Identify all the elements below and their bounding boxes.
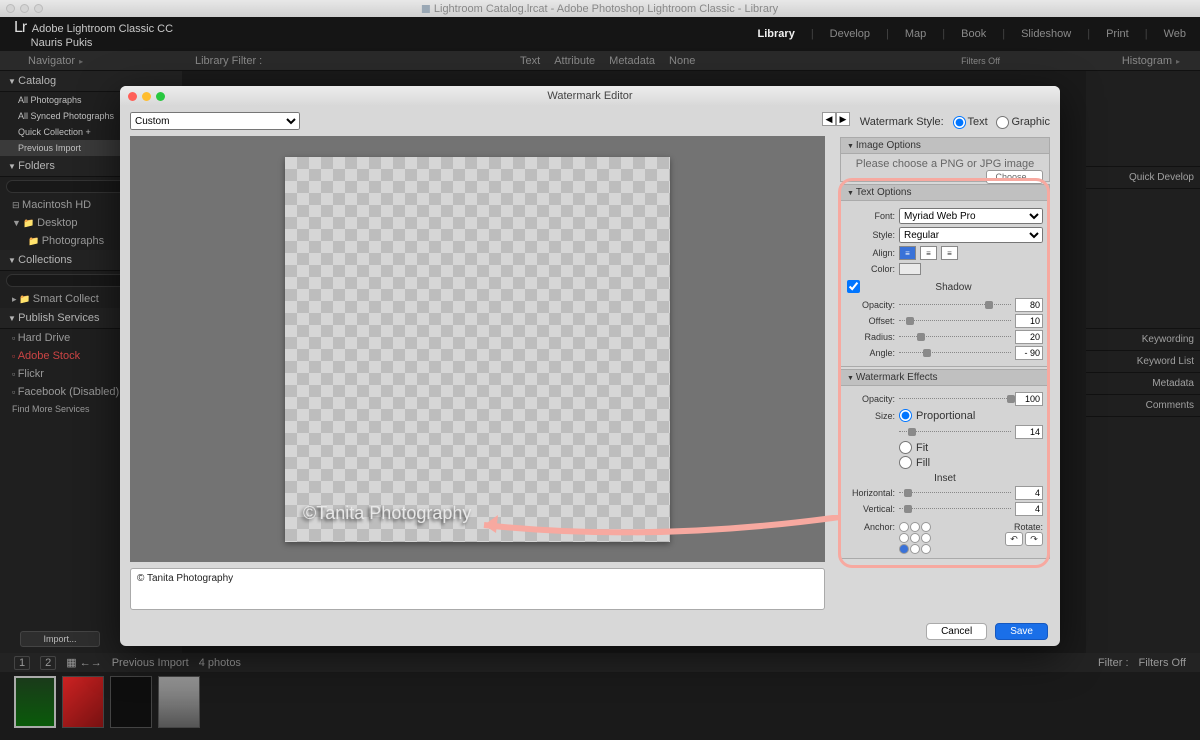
page-2[interactable]: 2: [40, 656, 56, 670]
inset-v-slider[interactable]: [899, 505, 1011, 513]
choose-image-button[interactable]: Choose...: [986, 170, 1043, 184]
size-fit-radio[interactable]: [899, 441, 912, 454]
watermark-preset-select[interactable]: Custom: [130, 112, 300, 130]
size-slider[interactable]: [899, 428, 1011, 436]
thumb-2[interactable]: [62, 676, 104, 728]
thumb-1[interactable]: [14, 676, 56, 728]
navigator-panel-label: Navigator: [0, 55, 83, 67]
align-center-button[interactable]: ≡: [920, 246, 937, 260]
inset-label: Inset: [847, 473, 1043, 484]
inset-v-value[interactable]: [1015, 502, 1043, 516]
align-right-button[interactable]: ≡: [941, 246, 958, 260]
thumb-3[interactable]: [110, 676, 152, 728]
page-1[interactable]: 1: [14, 656, 30, 670]
shadow-opacity-value[interactable]: [1015, 298, 1043, 312]
quick-develop-header[interactable]: Quick Develop: [1086, 167, 1200, 189]
image-options-msg: Please choose a PNG or JPG image: [856, 158, 1035, 170]
filter-attribute[interactable]: Attribute: [554, 55, 595, 67]
shadow-offset-value[interactable]: [1015, 314, 1043, 328]
font-style-select[interactable]: Regular: [899, 227, 1043, 243]
rotate-cw-button[interactable]: ↷: [1025, 532, 1043, 546]
shadow-angle-value[interactable]: [1015, 346, 1043, 360]
filter-label: Filter :: [1098, 657, 1129, 669]
watermark-rendered-text: ©Tanita Photography: [303, 503, 471, 524]
keywording-header[interactable]: Keywording: [1086, 329, 1200, 351]
save-button[interactable]: Save: [995, 623, 1048, 640]
rotate-ccw-button[interactable]: ↶: [1005, 532, 1023, 546]
font-select[interactable]: Myriad Web Pro: [899, 208, 1043, 224]
module-develop[interactable]: Develop: [830, 28, 870, 40]
shadow-angle-slider[interactable]: [899, 349, 1011, 357]
wm-opacity-slider[interactable]: [899, 395, 1011, 403]
size-fill-radio[interactable]: [899, 456, 912, 469]
dialog-title: Watermark Editor: [547, 90, 632, 102]
shadow-radius-value[interactable]: [1015, 330, 1043, 344]
anchor-grid[interactable]: [899, 522, 931, 554]
size-proportional-radio[interactable]: [899, 409, 912, 422]
module-picker: Library| Develop| Map| Book| Slideshow| …: [758, 28, 1186, 40]
shadow-radius-slider[interactable]: [899, 333, 1011, 341]
align-left-button[interactable]: ≡: [899, 246, 916, 260]
size-value[interactable]: [1015, 425, 1043, 439]
wm-opacity-value[interactable]: [1015, 392, 1043, 406]
photo-count: 4 photos: [199, 657, 241, 669]
metadata-header[interactable]: Metadata: [1086, 373, 1200, 395]
next-photo-button[interactable]: ▶: [836, 112, 850, 126]
watermark-effects-header[interactable]: Watermark Effects: [840, 369, 1050, 386]
app-logo: Lr Adobe Lightroom Classic CC Nauris Puk…: [14, 18, 173, 50]
window-title: Lightroom Catalog.lrcat - Adobe Photosho…: [422, 3, 778, 15]
image-options-header[interactable]: Image Options: [840, 137, 1050, 154]
close-icon[interactable]: [128, 92, 137, 101]
minimize-icon[interactable]: [142, 92, 151, 101]
shadow-checkbox[interactable]: [847, 280, 860, 293]
filters-off-bottom[interactable]: Filters Off: [1139, 657, 1186, 669]
watermark-preview: ©Tanita Photography: [130, 136, 825, 562]
inset-h-value[interactable]: [1015, 486, 1043, 500]
watermark-style-label: Watermark Style:: [860, 116, 944, 128]
watermark-text-input[interactable]: © Tanita Photography: [130, 568, 825, 610]
import-button[interactable]: Import...: [20, 631, 100, 647]
watermark-editor-dialog: Watermark Editor Custom ©Tanita Photogra…: [120, 86, 1060, 646]
filters-off-toggle[interactable]: Filters Off: [961, 56, 1000, 66]
library-filter-label: Library Filter :: [195, 55, 262, 67]
prev-photo-button[interactable]: ◀: [822, 112, 836, 126]
zoom-icon[interactable]: [156, 92, 165, 101]
module-map[interactable]: Map: [905, 28, 926, 40]
keyword-list-header[interactable]: Keyword List: [1086, 351, 1200, 373]
filter-metadata[interactable]: Metadata: [609, 55, 655, 67]
module-book[interactable]: Book: [961, 28, 986, 40]
filter-text[interactable]: Text: [520, 55, 540, 67]
thumb-4[interactable]: [158, 676, 200, 728]
cancel-button[interactable]: Cancel: [926, 623, 987, 640]
histogram-panel-label: Histogram: [1122, 55, 1180, 67]
shadow-offset-slider[interactable]: [899, 317, 1011, 325]
shadow-opacity-slider[interactable]: [899, 301, 1011, 309]
inset-h-slider[interactable]: [899, 489, 1011, 497]
filter-none[interactable]: None: [669, 55, 695, 67]
module-print[interactable]: Print: [1106, 28, 1129, 40]
module-library[interactable]: Library: [758, 28, 795, 40]
module-web[interactable]: Web: [1164, 28, 1186, 40]
style-text-radio[interactable]: [953, 116, 966, 129]
style-graphic-radio[interactable]: [996, 116, 1009, 129]
comments-header[interactable]: Comments: [1086, 395, 1200, 417]
text-color-swatch[interactable]: [899, 263, 921, 275]
breadcrumb-source[interactable]: Previous Import: [112, 657, 189, 669]
text-options-header[interactable]: Text Options: [840, 184, 1050, 201]
module-slideshow[interactable]: Slideshow: [1021, 28, 1071, 40]
